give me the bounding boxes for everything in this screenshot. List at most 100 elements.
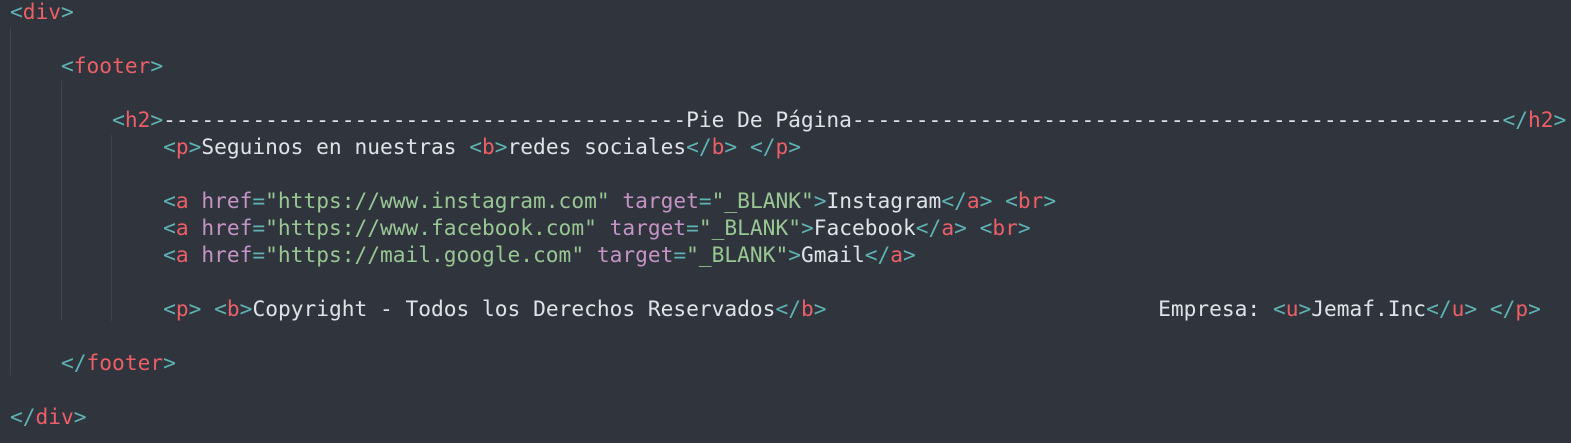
code-token: target	[622, 188, 699, 213]
code-token: </	[1489, 296, 1516, 321]
code-token: </	[915, 215, 942, 240]
code-token: footer	[86, 350, 164, 375]
code-token: div	[22, 0, 62, 24]
code-token: "_BLANK"	[711, 188, 814, 213]
code-token: a	[966, 188, 980, 213]
code-token: p	[775, 134, 789, 159]
code-token: <	[979, 215, 993, 240]
code-token: >	[788, 242, 801, 267]
code-line[interactable]: <a href="https://www.facebook.com" targe…	[10, 214, 1031, 241]
code-token: b	[800, 296, 814, 321]
code-token: ----------------------------------------…	[163, 107, 1503, 132]
code-line[interactable]: <a href="https://mail.google.com" target…	[10, 241, 916, 268]
code-token: <	[163, 134, 176, 159]
code-token: <	[163, 296, 176, 321]
code-token: =	[252, 215, 266, 240]
code-line[interactable]: <div>	[10, 0, 74, 25]
code-token: a	[175, 215, 189, 240]
code-line[interactable]: </div>	[10, 403, 87, 430]
code-token: Jemaf.Inc	[1311, 296, 1427, 321]
code-token: footer	[73, 53, 151, 78]
code-token: "_BLANK"	[686, 242, 789, 267]
code-token: </	[864, 242, 891, 267]
code-line[interactable]: <p>Seguinos en nuestras <b>redes sociale…	[10, 133, 801, 160]
code-token: target	[596, 242, 674, 267]
code-token: Instagram	[826, 188, 942, 213]
code-token: u	[1285, 296, 1299, 321]
code-token: >	[979, 188, 993, 213]
code-token: >	[150, 107, 164, 132]
code-token: br	[992, 215, 1018, 240]
code-token: <	[112, 107, 125, 132]
code-token: >	[724, 134, 738, 159]
code-token: </	[686, 134, 712, 159]
code-token: "_BLANK"	[698, 215, 801, 240]
code-token: =	[698, 188, 712, 213]
code-line[interactable]: <h2>------------------------------------…	[10, 106, 1566, 133]
code-line[interactable]: <footer>	[10, 52, 163, 79]
code-line[interactable]: <a href="https://www.instagram.com" targ…	[10, 187, 1056, 214]
code-token: >	[1464, 296, 1478, 321]
code-token: =	[252, 242, 266, 267]
code-token: Facebook	[813, 215, 916, 240]
code-token: >	[73, 404, 87, 429]
code-token: >	[61, 0, 74, 24]
code-line[interactable]: <p> <b>Copyright - Todos los Derechos Re…	[10, 295, 1541, 322]
code-token: <	[214, 296, 227, 321]
code-token: >	[954, 215, 967, 240]
code-token: >	[239, 296, 253, 321]
code-token: >	[903, 242, 916, 267]
code-token: </	[941, 188, 967, 213]
code-token: >	[813, 296, 827, 321]
code-editor[interactable]: <div> <footer> <h2>---------------------…	[0, 0, 1571, 443]
code-token: a	[941, 215, 955, 240]
code-token: >	[163, 350, 176, 375]
code-token: >	[1553, 107, 1567, 132]
code-token: >	[813, 188, 827, 213]
code-token: <	[10, 0, 23, 24]
code-token: >	[788, 134, 801, 159]
code-token: p	[175, 296, 189, 321]
code-token: =	[252, 188, 266, 213]
code-token: a	[175, 188, 189, 213]
code-token: <	[1272, 296, 1286, 321]
code-token: >	[150, 53, 164, 78]
code-token: >	[188, 296, 202, 321]
code-token: Empresa:	[826, 296, 1273, 321]
code-token: >	[494, 134, 508, 159]
code-token: </	[61, 350, 87, 375]
code-token: <	[163, 215, 176, 240]
code-token: p	[175, 134, 189, 159]
code-token: h2	[1528, 107, 1554, 132]
code-token: "https://mail.google.com"	[265, 242, 585, 267]
code-token: <	[1005, 188, 1018, 213]
code-token: >	[1298, 296, 1312, 321]
code-token: =	[686, 215, 699, 240]
code-token: <	[61, 53, 74, 78]
code-token: </	[749, 134, 776, 159]
code-token: div	[35, 404, 74, 429]
code-token: >	[800, 215, 814, 240]
code-line[interactable]: </footer>	[10, 349, 176, 376]
code-token: a	[175, 242, 189, 267]
code-token: b	[711, 134, 725, 159]
code-token: "https://www.facebook.com"	[265, 215, 597, 240]
code-token: >	[1528, 296, 1541, 321]
